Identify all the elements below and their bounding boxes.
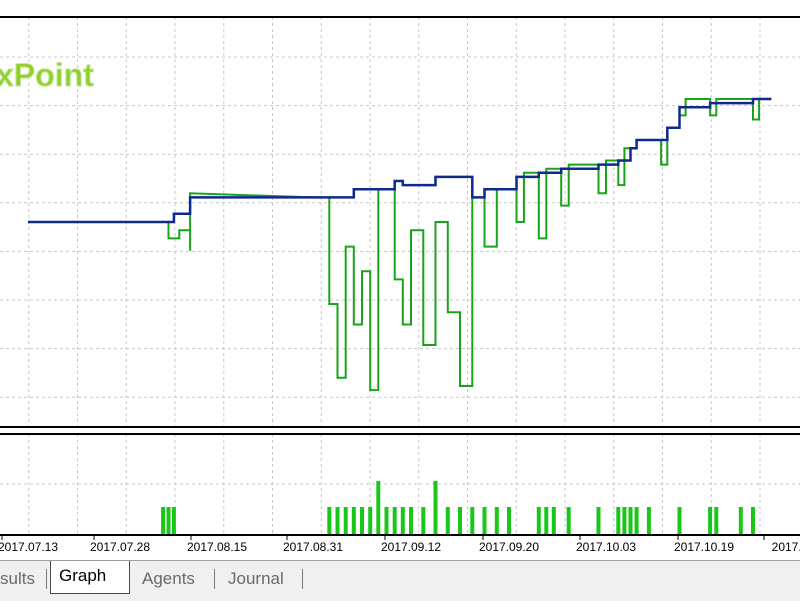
chart-canvas: xPoint 2017.07.13 2017.07.28 2017.08.15 2017… xyxy=(0,16,800,554)
x-tick-label: 2017.10.19 xyxy=(674,540,734,554)
volume-bar xyxy=(628,507,633,535)
volume-bar xyxy=(360,507,364,535)
volume-bar xyxy=(751,507,755,535)
volume-bar xyxy=(351,507,356,535)
tab-agents[interactable]: Agents xyxy=(134,565,203,593)
volume-bar xyxy=(714,507,719,535)
x-tick-label: 2017.08.15 xyxy=(187,540,247,554)
balance-line xyxy=(28,97,772,224)
tab-separator xyxy=(214,569,215,589)
volume-bar xyxy=(376,481,381,535)
equity-line xyxy=(28,98,772,392)
volume-bar xyxy=(384,507,389,535)
volume-bar xyxy=(335,507,340,535)
volume-bar xyxy=(634,507,639,535)
volume-bar xyxy=(433,481,438,535)
x-tick-label: 2017.07.13 xyxy=(0,540,58,554)
tab-graph[interactable]: Graph xyxy=(50,561,130,594)
volume-bar xyxy=(566,507,571,535)
x-tick-label: 2017.10.03 xyxy=(576,540,636,554)
chart-logo-watermark: xPoint xyxy=(0,57,94,93)
volume-bar xyxy=(482,507,487,535)
volume-bar xyxy=(327,507,332,535)
volume-bar xyxy=(409,507,413,535)
tab-journal[interactable]: Journal xyxy=(220,565,292,593)
volume-bar xyxy=(708,507,713,535)
tab-separator xyxy=(46,569,47,589)
volume-bar xyxy=(677,507,682,535)
volume-bar xyxy=(622,507,627,535)
volume-bar xyxy=(161,507,166,535)
volume-bar xyxy=(507,507,511,535)
volume-bar xyxy=(166,507,171,535)
volume-bar xyxy=(494,507,499,535)
volume-bar xyxy=(171,507,176,535)
x-tick-label: 2017.07.28 xyxy=(90,540,150,554)
volume-bar xyxy=(445,507,450,535)
volume-bar xyxy=(596,507,601,535)
volume-bar xyxy=(421,507,426,535)
volume-bar xyxy=(544,507,549,535)
volume-bar xyxy=(470,507,475,535)
volume-bar xyxy=(392,507,397,535)
x-tick-label: 2017.09.12 xyxy=(381,540,441,554)
tab-separator xyxy=(302,569,303,589)
volume-bar xyxy=(738,507,743,535)
volume-bar xyxy=(616,507,621,535)
volume-bar xyxy=(551,507,556,535)
volume-bar xyxy=(646,507,651,535)
volume-bar xyxy=(343,507,348,535)
strategy-tester-chart: xPoint 2017.07.13 2017.07.28 2017.08.15 2017… xyxy=(0,0,800,600)
volume-bar xyxy=(368,507,373,535)
tab-results[interactable]: sults xyxy=(0,565,43,593)
x-tick-label: 2017.09.20 xyxy=(479,540,539,554)
x-tick-label: 2017.08.31 xyxy=(283,540,343,554)
volume-bar xyxy=(536,507,541,535)
tester-tab-bar: sults Graph Agents Journal xyxy=(0,560,800,601)
volume-bar xyxy=(458,507,462,535)
x-tick-label: 2017.1 xyxy=(772,540,800,554)
volume-bar xyxy=(400,507,405,535)
